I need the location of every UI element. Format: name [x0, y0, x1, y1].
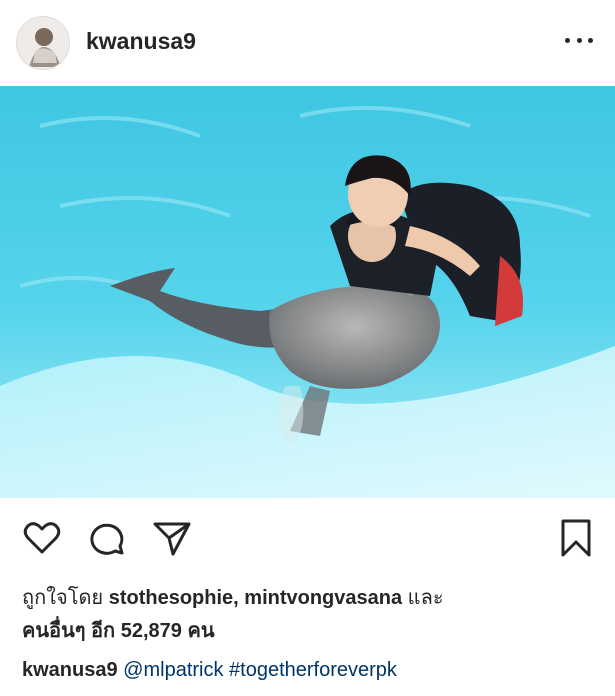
avatar-image [17, 17, 69, 69]
more-options-icon[interactable] [565, 30, 593, 50]
send-icon-glyph [153, 522, 191, 556]
post-username[interactable]: kwanusa9 [86, 28, 196, 55]
likes-others[interactable]: คนอื่นๆ อีก 52,879 คน [22, 620, 215, 642]
dot [565, 37, 570, 43]
likes-count: 52,879 [120, 620, 182, 642]
send-icon[interactable] [152, 518, 192, 558]
likes-others-suffix: คน [187, 620, 215, 642]
dot [588, 37, 593, 43]
caption-username[interactable]: kwanusa9 [22, 659, 118, 681]
likes-joiner: และ [407, 587, 444, 609]
caption-hashtag[interactable]: #togetherforeverpk [229, 659, 397, 681]
caption-mention[interactable]: @mlpatrick [123, 659, 223, 681]
avatar[interactable] [16, 16, 70, 70]
likes-others-prefix: คนอื่นๆ อีก [22, 620, 116, 642]
pool-dolphin-photo [0, 86, 615, 498]
bookmark-icon[interactable] [556, 518, 596, 558]
post-actions [0, 498, 615, 578]
post-caption: kwanusa9 @mlpatrick #togetherforeverpk [22, 656, 612, 684]
likes-prefix: ถูกใจโดย [22, 587, 104, 609]
heart-icon-glyph [23, 522, 61, 554]
bookmark-icon-glyph [561, 519, 591, 557]
heart-icon[interactable] [22, 518, 62, 558]
post-header: kwanusa9 [0, 0, 615, 86]
dot [576, 37, 582, 43]
comment-icon[interactable] [87, 518, 127, 558]
likes-summary: ถูกใจโดย stothesophie, mintvongvasana แล… [22, 582, 592, 648]
post-photo[interactable] [0, 86, 615, 498]
liked-by-users[interactable]: stothesophie, mintvongvasana [109, 587, 402, 609]
comment-icon-glyph [90, 523, 124, 555]
